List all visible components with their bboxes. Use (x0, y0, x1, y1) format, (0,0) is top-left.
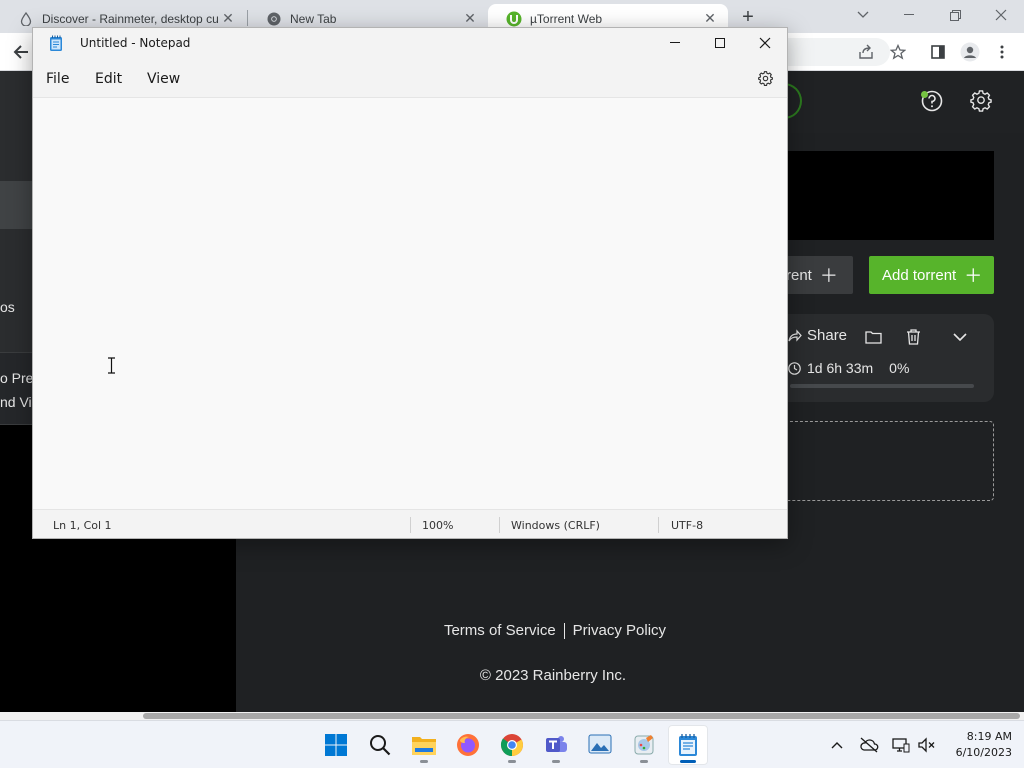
running-indicator (680, 760, 696, 763)
cursor-position: Ln 1, Col 1 (53, 519, 112, 532)
share-icon[interactable] (854, 40, 878, 64)
notepad-menubar: File Edit View (33, 58, 787, 98)
new-tab-button[interactable]: + (736, 6, 760, 28)
status-divider (499, 517, 500, 533)
side-panel-icon[interactable] (926, 40, 950, 64)
clock-date: 6/10/2023 (955, 746, 1012, 759)
restore-icon[interactable] (932, 0, 978, 30)
menu-edit[interactable]: Edit (95, 71, 122, 87)
chevron-up-icon[interactable] (827, 735, 847, 755)
torrent-meta: 1d 6h 33m 0% (788, 360, 909, 376)
notepad-window: Untitled - Notepad File Edit View Ln 1, … (32, 27, 788, 539)
footer-links: Terms of Service Privacy Policy (236, 622, 1024, 640)
start-icon[interactable] (316, 725, 356, 765)
minimize-icon[interactable] (886, 0, 932, 30)
clock-icon (788, 361, 801, 375)
tab-close-button[interactable]: ✕ (460, 9, 480, 29)
taskbar: 8:19 AM 6/10/2023 (0, 720, 1024, 768)
close-icon[interactable] (742, 28, 788, 58)
share-button[interactable]: Share (788, 327, 847, 344)
sidebar-item-label: os (0, 299, 15, 315)
tab-close-button[interactable]: ✕ (218, 9, 238, 29)
maximize-icon[interactable] (697, 28, 743, 58)
settings-gear-icon[interactable] (756, 69, 774, 87)
trash-icon[interactable] (903, 327, 923, 347)
terms-of-service-link[interactable]: Terms of Service (444, 622, 556, 639)
plus-icon: ＋ (964, 266, 983, 286)
folder-icon[interactable] (863, 327, 883, 347)
status-divider (410, 517, 411, 533)
notepad-app-icon (50, 35, 62, 51)
volume-muted-icon[interactable] (916, 735, 936, 755)
search-icon[interactable] (360, 725, 400, 765)
scrollbar-thumb[interactable] (143, 713, 1020, 719)
photos-icon[interactable] (580, 725, 620, 765)
torrent-eta: 1d 6h 33m (807, 360, 874, 376)
status-divider (658, 517, 659, 533)
teams-icon[interactable] (536, 725, 576, 765)
share-label: Share (807, 327, 848, 344)
tab-title: New Tab (290, 11, 337, 26)
tab-title: µTorrent Web (530, 11, 603, 26)
network-icon[interactable] (891, 735, 911, 755)
line-endings: Windows (CRLF) (511, 519, 600, 532)
clock-time: 8:19 AM (966, 730, 1012, 743)
close-icon[interactable] (978, 0, 1024, 30)
create-torrent-label: rent (786, 266, 812, 284)
bookmark-star-icon[interactable] (886, 40, 910, 64)
running-indicator (420, 760, 428, 763)
onedrive-offline-icon[interactable] (859, 735, 879, 755)
horizontal-scrollbar[interactable] (0, 712, 1024, 720)
notification-dot (921, 91, 928, 98)
file-explorer-icon[interactable] (404, 725, 444, 765)
firefox-icon[interactable] (448, 725, 488, 765)
tab-close-button[interactable]: ✕ (700, 9, 720, 29)
torrent-progress-bar (790, 384, 974, 388)
notepad-text-area[interactable] (33, 99, 787, 509)
footer-divider (563, 623, 565, 640)
utorrent-icon (506, 11, 522, 27)
encoding: UTF-8 (671, 519, 704, 532)
media-player-area (760, 151, 994, 240)
zoom-level: 100% (422, 519, 454, 532)
rainmeter-drop-icon (18, 11, 34, 27)
running-indicator (552, 760, 560, 763)
notepad-title: Untitled - Notepad (80, 36, 191, 50)
torrent-progress-percent: 0% (889, 360, 910, 376)
system-clock[interactable]: 8:19 AM 6/10/2023 (946, 729, 1012, 761)
chrome-icon[interactable] (492, 725, 532, 765)
running-indicator (640, 760, 648, 763)
running-indicator (508, 760, 516, 763)
menu-view[interactable]: View (147, 71, 180, 87)
drop-zone[interactable] (760, 421, 994, 501)
add-torrent-button[interactable]: Add torrent ＋ (869, 256, 994, 294)
tab-search-chevron-icon[interactable] (840, 0, 886, 30)
tab-title: Discover - Rainmeter, desktop cu (42, 11, 218, 26)
settings-gear-icon[interactable] (967, 87, 995, 115)
chrome-icon (266, 11, 282, 27)
chevron-down-icon[interactable] (950, 327, 970, 347)
notepad-status-bar: Ln 1, Col 1 100% Windows (CRLF) UTF-8 (33, 509, 787, 538)
more-menu-icon[interactable] (990, 40, 1014, 64)
notepad-icon[interactable] (668, 725, 708, 765)
text-cursor-icon (108, 357, 115, 374)
privacy-policy-link[interactable]: Privacy Policy (573, 622, 666, 639)
notepad-titlebar[interactable]: Untitled - Notepad (33, 28, 787, 58)
back-arrow-icon[interactable] (9, 40, 33, 64)
menu-file[interactable]: File (46, 71, 69, 87)
profile-avatar-icon[interactable] (958, 40, 982, 64)
share-arrow-icon (788, 328, 802, 342)
minimize-icon[interactable] (652, 28, 698, 58)
plus-icon: ＋ (819, 266, 838, 286)
paint-icon[interactable] (624, 725, 664, 765)
copyright: © 2023 Rainberry Inc. (479, 667, 627, 684)
add-torrent-label: Add torrent (882, 266, 957, 284)
